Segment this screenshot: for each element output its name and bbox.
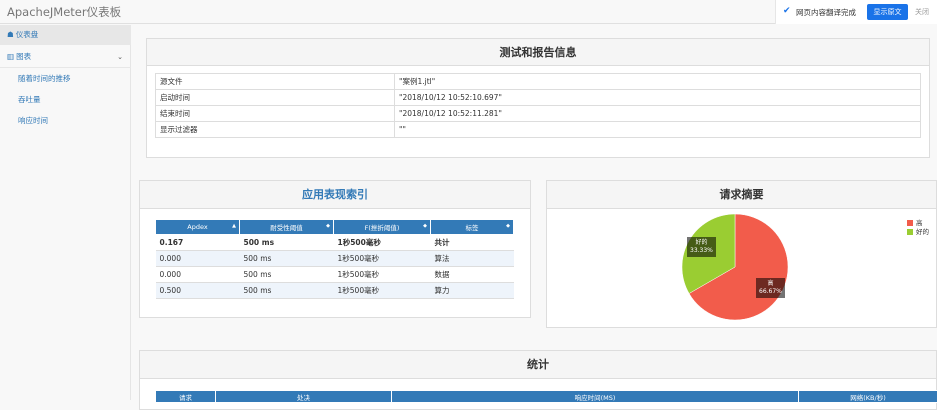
column-header-apdex[interactable]: Apdex ▲ (156, 220, 240, 235)
column-header-label: 标签 (466, 224, 479, 232)
table-header-row: 请求 处决 响应时间(MS) 网络(KB/秒) (156, 391, 937, 403)
apdex-cell: 0.500 (156, 283, 240, 299)
column-header-response-time[interactable]: 响应时间(MS) (392, 391, 799, 403)
column-header-requests[interactable]: 请求 (156, 391, 216, 403)
show-original-button[interactable]: 显示原文 (867, 4, 908, 20)
info-label: 显示过滤器 (156, 122, 395, 138)
dashboard-icon: ☗ (7, 25, 14, 45)
apdex-panel: 应用表现索引 Apdex ▲ 耐受性阈值 ◆ F(挫折阈值) ◆ 标签 ◆ 0.167 … (139, 180, 531, 318)
frustration-cell: 1秒500毫秒 (334, 283, 431, 299)
table-row: 0.000 500 ms 1秒500毫秒 数据 (156, 267, 514, 283)
table-row: 显示过滤器 "" (156, 122, 921, 138)
statistics-table: 请求 处决 响应时间(MS) 网络(KB/秒) (155, 390, 937, 403)
sidebar-subitem-throughput[interactable]: 吞吐量 (18, 94, 41, 105)
request-summary-panel: 请求摘要 高 好的 好的33.33% 高66.67% (546, 180, 937, 328)
pie-chart (547, 209, 937, 329)
pie-label-name: 高 (759, 280, 782, 288)
sidebar-subitem-over-time[interactable]: 随着时间的推移 (18, 73, 71, 84)
legend-item-good: 好的 (907, 226, 929, 236)
apdex-cell: 0.000 (156, 251, 240, 267)
label-cell: 数据 (431, 267, 514, 283)
table-row: 0.500 500 ms 1秒500毫秒 算力 (156, 283, 514, 299)
table-header-row: Apdex ▲ 耐受性阈值 ◆ F(挫折阈值) ◆ 标签 ◆ (156, 220, 514, 235)
column-header-label: F(挫折阈值) (365, 224, 400, 232)
apdex-cell: 0.000 (156, 267, 240, 283)
apdex-cell: 0.167 (156, 235, 240, 251)
info-table: 源文件 "案例1.jtl" 启动时间 "2018/10/12 10:52:10.… (155, 73, 921, 138)
sidebar: ☗仪表盘 ▥图表 ⌄ 随着时间的推移 吞吐量 响应时间 (0, 25, 131, 400)
translate-message: 网页内容翻译完成 (796, 7, 856, 18)
frustration-cell: 1秒500毫秒 (334, 251, 431, 267)
info-value: "2018/10/12 10:52:11.281" (395, 106, 921, 122)
label-cell: 共计 (431, 235, 514, 251)
column-header-tolerance[interactable]: 耐受性阈值 ◆ (240, 220, 334, 235)
sort-asc-icon: ▲ (232, 223, 236, 229)
column-header-label[interactable]: 标签 ◆ (431, 220, 514, 235)
sidebar-item-label: 图表 (16, 52, 31, 61)
label-cell: 算力 (431, 283, 514, 299)
info-value: "案例1.jtl" (395, 74, 921, 90)
pie-label-value: 33.33% (690, 247, 713, 255)
column-header-executions[interactable]: 处决 (216, 391, 392, 403)
sort-icon: ◆ (506, 223, 510, 229)
pie-data-label-good: 好的33.33% (687, 237, 716, 257)
sort-icon: ◆ (423, 223, 427, 229)
sidebar-item-dashboard[interactable]: ☗仪表盘 (0, 25, 131, 45)
info-label: 源文件 (156, 74, 395, 90)
bar-chart-icon: ▥ (7, 47, 14, 67)
translate-bar: ✔ 网页内容翻译完成 显示原文 关闭 (775, 0, 937, 24)
pie-label-value: 66.67% (759, 288, 782, 296)
legend-label: 好的 (916, 228, 929, 236)
sort-icon: ◆ (326, 223, 330, 229)
info-value: "2018/10/12 10:52:10.697" (395, 90, 921, 106)
column-header-label: Apdex (187, 223, 207, 231)
info-panel: 测试和报告信息 源文件 "案例1.jtl" 启动时间 "2018/10/12 1… (146, 38, 930, 158)
legend-swatch (907, 229, 913, 235)
column-header-frustration[interactable]: F(挫折阈值) ◆ (334, 220, 431, 235)
pie-label-name: 好的 (690, 239, 713, 247)
info-panel-title: 测试和报告信息 (147, 39, 929, 66)
tolerance-cell: 500 ms (240, 235, 334, 251)
sidebar-divider (0, 67, 131, 68)
label-cell: 算法 (431, 251, 514, 267)
info-value: "" (395, 122, 921, 138)
top-navbar: ApacheJMeter仪表板 ✔ 网页内容翻译完成 显示原文 关闭 (0, 0, 937, 24)
column-header-network[interactable]: 网络(KB/秒) (799, 391, 937, 403)
info-label: 结束时间 (156, 106, 395, 122)
table-row: 源文件 "案例1.jtl" (156, 74, 921, 90)
apdex-panel-title: 应用表现索引 (140, 181, 530, 209)
tolerance-cell: 500 ms (240, 251, 334, 267)
sidebar-item-label: 仪表盘 (16, 30, 39, 39)
app-title[interactable]: ApacheJMeter仪表板 (7, 4, 121, 20)
frustration-cell: 1秒500毫秒 (334, 267, 431, 283)
statistics-panel: 统计 请求 处决 响应时间(MS) 网络(KB/秒) (139, 350, 937, 410)
translate-close-button[interactable]: 关闭 (915, 7, 929, 17)
check-icon: ✔ (783, 6, 791, 16)
table-row: 0.000 500 ms 1秒500毫秒 算法 (156, 251, 514, 267)
table-row: 启动时间 "2018/10/12 10:52:10.697" (156, 90, 921, 106)
apdex-table: Apdex ▲ 耐受性阈值 ◆ F(挫折阈值) ◆ 标签 ◆ 0.167 500 ms … (155, 219, 514, 299)
tolerance-cell: 500 ms (240, 283, 334, 299)
frustration-cell: 1秒500毫秒 (334, 235, 431, 251)
column-header-label: 耐受性阈值 (270, 224, 303, 232)
statistics-panel-title: 统计 (140, 351, 936, 379)
sidebar-subitem-response-time[interactable]: 响应时间 (18, 115, 48, 126)
table-row: 0.167 500 ms 1秒500毫秒 共计 (156, 235, 514, 251)
chevron-down-icon: ⌄ (117, 47, 123, 67)
sidebar-item-charts[interactable]: ▥图表 ⌄ (0, 47, 131, 67)
pie-data-label-high: 高66.67% (756, 278, 785, 298)
table-row: 结束时间 "2018/10/12 10:52:11.281" (156, 106, 921, 122)
tolerance-cell: 500 ms (240, 267, 334, 283)
summary-panel-title: 请求摘要 (547, 181, 936, 209)
info-label: 启动时间 (156, 90, 395, 106)
